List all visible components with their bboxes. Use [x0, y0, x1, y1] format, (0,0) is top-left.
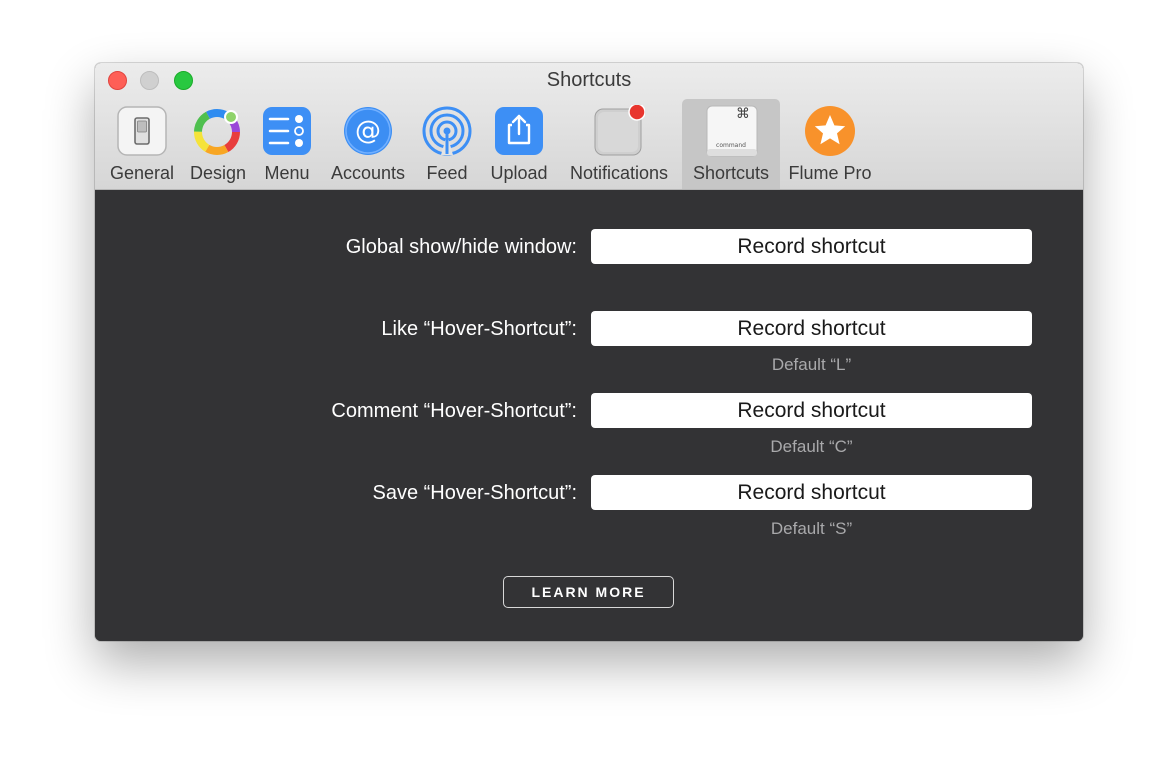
tab-general[interactable]: General — [105, 99, 179, 189]
tab-menu-label: Menu — [264, 163, 310, 183]
like-shortcut-record-button[interactable]: Record shortcut — [591, 311, 1032, 346]
like-shortcut-label: Like “Hover-Shortcut”: — [381, 318, 577, 340]
color-wheel-icon — [192, 105, 244, 157]
tab-shortcuts[interactable]: ⌘ command Shortcuts — [682, 99, 780, 189]
global-show-hide-label: Global show/hide window: — [345, 236, 577, 258]
tab-upload[interactable]: Upload — [483, 99, 555, 189]
command-key-symbol: ⌘ — [736, 106, 750, 122]
share-upload-icon — [493, 105, 545, 157]
tab-flume-pro-label: Flume Pro — [788, 163, 872, 183]
shortcuts-pane: Global show/hide window: Record shortcut… — [95, 190, 1083, 641]
title-bar: Shortcuts General Design Menu @ Accounts… — [95, 63, 1083, 190]
tab-notifications[interactable]: Notifications — [563, 99, 675, 189]
tab-menu[interactable]: Menu — [257, 99, 317, 189]
preferences-window: Shortcuts General Design Menu @ Accounts… — [95, 63, 1083, 641]
tab-accounts-label: Accounts — [330, 163, 406, 183]
notification-badge-icon — [593, 103, 646, 157]
tab-shortcuts-label: Shortcuts — [692, 163, 770, 183]
like-shortcut-default: Default “L” — [771, 355, 852, 374]
star-icon — [804, 105, 856, 157]
tab-general-label: General — [109, 163, 175, 183]
comment-shortcut-record-button[interactable]: Record shortcut — [591, 393, 1032, 428]
global-show-hide-record-button[interactable]: Record shortcut — [591, 229, 1032, 264]
save-shortcut-record-button[interactable]: Record shortcut — [591, 475, 1032, 510]
checklist-icon — [261, 105, 313, 157]
tab-accounts[interactable]: @ Accounts — [325, 99, 411, 189]
learn-more-button[interactable]: LEARN MORE — [503, 576, 674, 608]
command-key-text: command — [716, 142, 746, 149]
tab-notifications-label: Notifications — [569, 163, 669, 183]
tab-design[interactable]: Design — [183, 99, 253, 189]
tab-feed[interactable]: Feed — [419, 99, 475, 189]
comment-shortcut-default: Default “C” — [770, 437, 853, 456]
broadcast-icon — [421, 105, 473, 157]
save-shortcut-label: Save “Hover-Shortcut”: — [372, 482, 577, 504]
svg-text:@: @ — [355, 116, 381, 146]
tab-feed-label: Feed — [426, 163, 468, 183]
switch-icon — [116, 105, 168, 157]
tab-flume-pro[interactable]: Flume Pro — [785, 99, 875, 189]
command-key-icon: ⌘ command — [706, 105, 758, 157]
window-title: Shortcuts — [546, 69, 632, 91]
comment-shortcut-label: Comment “Hover-Shortcut”: — [331, 400, 577, 422]
tab-upload-label: Upload — [490, 163, 548, 183]
at-sign-icon: @ — [342, 105, 394, 157]
tab-design-label: Design — [189, 163, 247, 183]
save-shortcut-default: Default “S” — [770, 519, 853, 538]
